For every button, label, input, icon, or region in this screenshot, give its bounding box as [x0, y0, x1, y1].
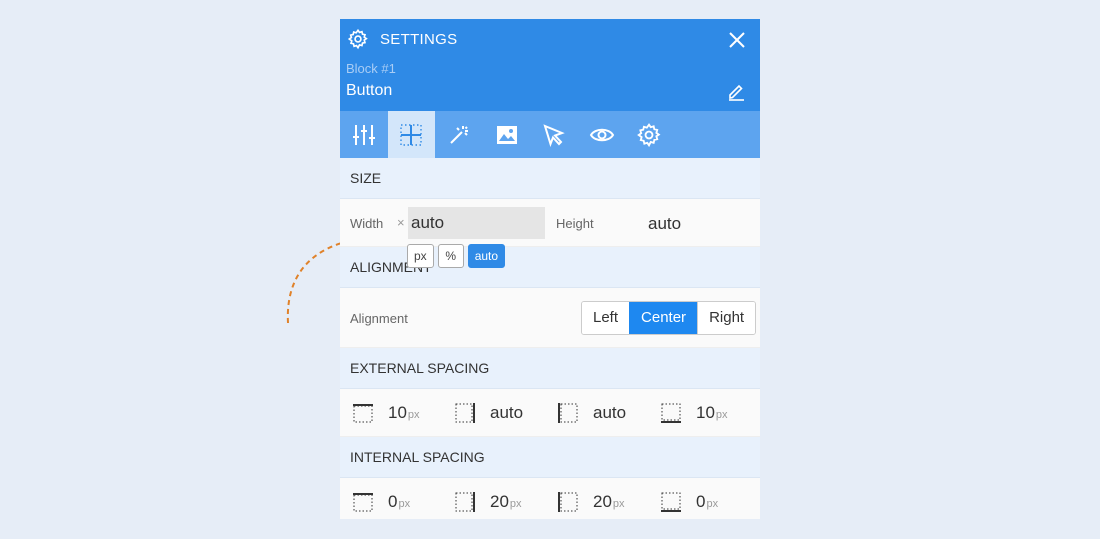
tab-visibility[interactable]: [578, 111, 626, 158]
margin-bottom-unit: px: [715, 409, 728, 421]
edit-icon[interactable]: [726, 81, 746, 101]
align-left-button[interactable]: Left: [582, 302, 630, 334]
gear-icon: [637, 122, 661, 147]
margin-top-icon: [353, 404, 373, 423]
clear-width-icon[interactable]: ×: [397, 215, 405, 230]
padding-right-icon: [455, 492, 475, 512]
internal-spacing-row: 0 px 20 px 20 px 0 px: [340, 478, 760, 519]
width-input[interactable]: [408, 207, 545, 239]
settings-gear-icon: [347, 28, 368, 50]
padding-right-unit: px: [509, 498, 522, 510]
padding-bottom-value: 0: [696, 492, 706, 511]
padding-right-value: 20: [490, 492, 509, 511]
alignment-label: Alignment: [350, 311, 408, 326]
image-icon: [496, 125, 517, 144]
margin-right-icon: [455, 403, 475, 423]
tab-sliders[interactable]: [340, 111, 388, 158]
height-value[interactable]: auto: [648, 214, 681, 234]
margin-left-value: auto: [593, 403, 627, 422]
padding-bottom-icon: [661, 492, 681, 512]
margin-top[interactable]: 10 px: [352, 389, 420, 437]
settings-panel: SETTINGS Block #1 Button SIZE Width × au…: [340, 19, 760, 519]
settings-tabs: [340, 111, 760, 158]
margin-bottom-value: 10: [696, 403, 715, 422]
margin-top-value: 10: [388, 403, 407, 422]
tab-layout[interactable]: [387, 111, 436, 158]
padding-bottom[interactable]: 0 px: [660, 478, 718, 519]
section-alignment: ALIGNMENT: [340, 247, 760, 288]
unit-px-button[interactable]: px: [407, 244, 434, 268]
margin-left-icon: [558, 403, 578, 423]
padding-top-icon: [353, 493, 373, 512]
align-right-button[interactable]: Right: [697, 302, 756, 334]
section-size: SIZE: [340, 158, 760, 199]
tab-effects[interactable]: [435, 111, 483, 158]
alignment-row: Alignment Left Center Right: [340, 288, 760, 348]
cursor-icon: [543, 123, 565, 147]
margin-left[interactable]: auto: [557, 389, 627, 437]
margin-bottom[interactable]: 10 px: [660, 389, 728, 437]
padding-top-value: 0: [388, 492, 398, 511]
block-name: Button: [346, 82, 393, 99]
close-icon[interactable]: [726, 29, 748, 51]
external-spacing-row: 10 px auto auto 10 px: [340, 389, 760, 437]
padding-top[interactable]: 0 px: [352, 478, 410, 519]
block-id: Block #1: [346, 61, 396, 76]
align-center-button[interactable]: Center: [629, 302, 698, 334]
padding-left[interactable]: 20 px: [557, 478, 625, 519]
tab-interaction[interactable]: [530, 111, 578, 158]
section-internal-spacing: INTERNAL SPACING: [340, 437, 760, 478]
tab-background[interactable]: [483, 111, 531, 158]
section-external-spacing: EXTERNAL SPACING: [340, 348, 760, 389]
width-label: Width: [350, 216, 384, 231]
panel-title: SETTINGS: [380, 31, 458, 48]
unit-auto-button[interactable]: auto: [467, 244, 506, 268]
padding-bottom-unit: px: [706, 498, 719, 510]
margin-right-value: auto: [490, 403, 524, 422]
margin-right[interactable]: auto: [454, 389, 524, 437]
grid-layout-icon: [400, 123, 423, 146]
unit-percent-button[interactable]: %: [437, 244, 464, 268]
panel-header: SETTINGS Block #1 Button: [340, 19, 760, 111]
padding-top-unit: px: [398, 498, 411, 510]
tab-advanced[interactable]: [626, 111, 674, 158]
padding-left-value: 20: [593, 492, 612, 511]
eye-icon: [589, 128, 614, 141]
size-row: Width × Height auto: [340, 199, 760, 247]
margin-bottom-icon: [661, 403, 681, 423]
sliders-icon: [352, 124, 375, 145]
magic-wand-icon: [450, 125, 468, 144]
alignment-segmented-control: Left Center Right: [581, 301, 757, 335]
height-label: Height: [556, 216, 594, 231]
unit-selector: px % auto: [407, 244, 506, 268]
padding-right[interactable]: 20 px: [454, 478, 522, 519]
margin-top-unit: px: [407, 409, 420, 421]
padding-left-icon: [558, 492, 578, 512]
padding-left-unit: px: [612, 498, 625, 510]
